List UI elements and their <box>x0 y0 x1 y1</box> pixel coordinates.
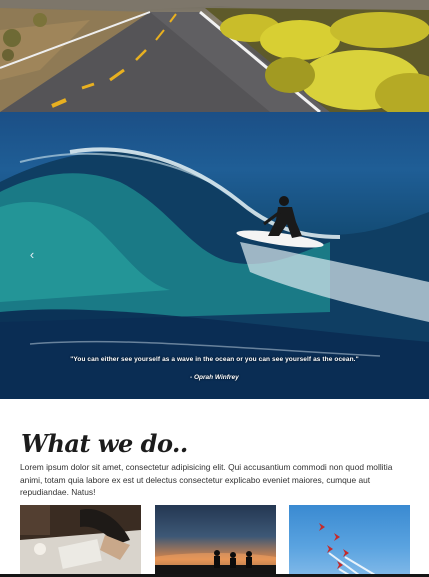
slider-prev-button[interactable]: ‹ <box>27 247 37 262</box>
section-heading: What we do.. <box>21 429 188 458</box>
thumbnail-jet-formation[interactable] <box>289 505 410 575</box>
thumbnail-sunset-people[interactable] <box>155 505 276 575</box>
thumbnail-office-meeting[interactable] <box>20 505 141 575</box>
chevron-left-icon: ‹ <box>29 247 35 262</box>
section-description: Lorem ipsum dolor sit amet, consectetur … <box>20 462 393 498</box>
hero-quote: "You can either see yourself as a wave i… <box>70 356 359 363</box>
road-banner-image <box>0 0 429 112</box>
hero-quote-author: - Oprah Winfrey <box>190 374 239 381</box>
wave-hero-slide: ‹ "You can either see yourself as a wave… <box>0 112 429 399</box>
